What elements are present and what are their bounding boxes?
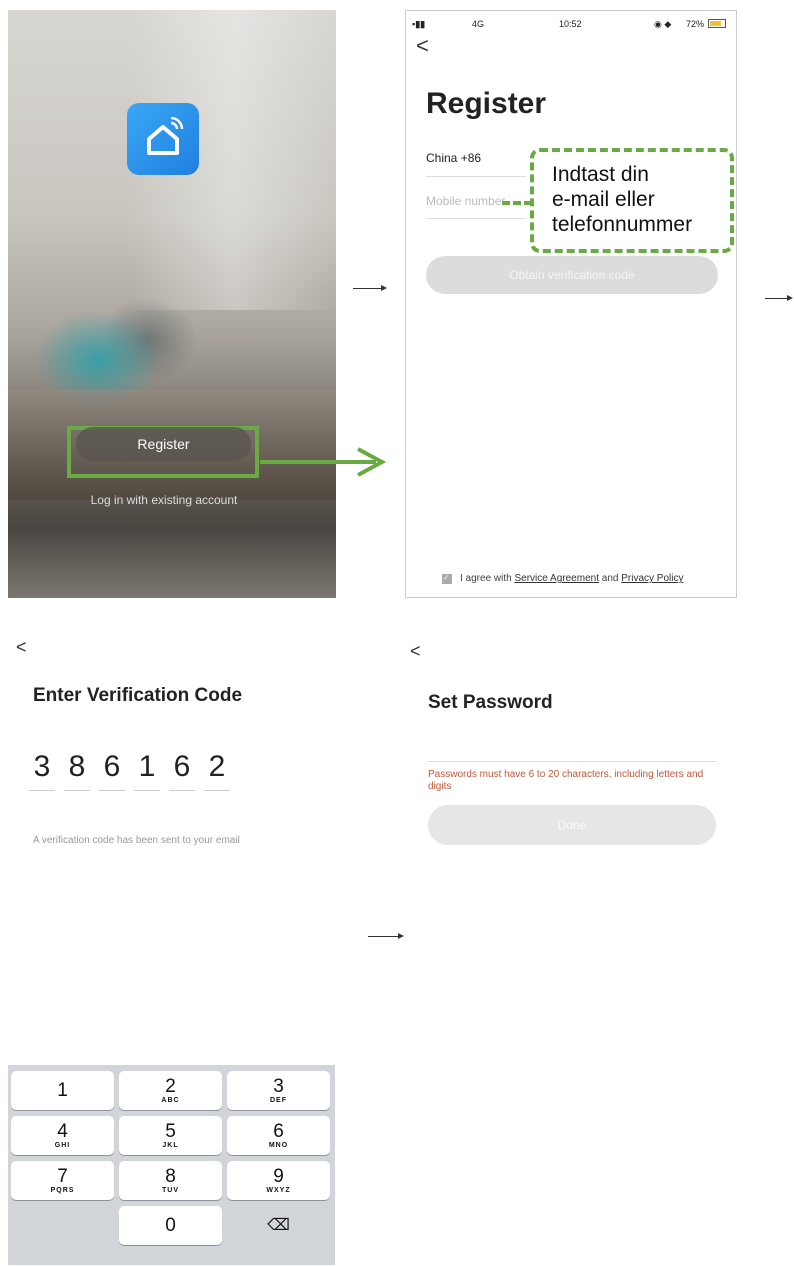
key-8[interactable]: 8 TUV xyxy=(119,1161,222,1200)
digit-underline xyxy=(134,790,160,791)
key-number: 2 xyxy=(165,1076,176,1097)
country-selector[interactable]: China +86 xyxy=(426,151,481,165)
signal-icon: ▪▮▮ xyxy=(412,19,426,29)
key-9[interactable]: 9 WXYZ xyxy=(227,1161,330,1200)
code-digit[interactable]: 3 xyxy=(29,750,55,784)
callout-line: telefonnummer xyxy=(552,213,693,236)
key-number: 3 xyxy=(273,1076,284,1097)
flow-arrow-2 xyxy=(765,295,793,301)
key-number: 6 xyxy=(273,1121,284,1142)
key-1[interactable]: 1 xyxy=(11,1071,114,1110)
privacy-policy-link[interactable]: Privacy Policy xyxy=(621,573,683,584)
key-letters: WXYZ xyxy=(266,1187,291,1194)
battery-percent: 72% xyxy=(686,19,705,29)
digit-underline xyxy=(29,790,55,791)
code-digit[interactable]: 6 xyxy=(99,750,125,784)
key-4[interactable]: 4 GHI xyxy=(11,1116,114,1155)
key-letters: PQRS xyxy=(50,1187,75,1194)
key-2[interactable]: 2 ABC xyxy=(119,1071,222,1110)
clock: 10:52 xyxy=(559,19,582,29)
callout-pointer xyxy=(502,201,532,209)
callout-line: Indtast din xyxy=(552,163,649,186)
register-screen: ▪▮▮ 4G 10:52 ◉ ◆ 72% < Register China +8… xyxy=(405,10,737,598)
flow-arrow-1 xyxy=(353,285,387,291)
divider xyxy=(426,176,526,177)
back-button[interactable]: < xyxy=(16,637,27,658)
callout-text: Indtast din e-mail eller telefonnummer xyxy=(552,162,732,237)
page-title: Register xyxy=(426,87,547,120)
code-digit[interactable]: 8 xyxy=(64,750,90,784)
callout-line: e-mail eller xyxy=(552,188,655,211)
numeric-keypad: 1 2 ABC 3 DEF 4 GHI 5 JKL 6 MNO 7 PQRS 8 TUV 9W… xyxy=(8,1065,335,1265)
agree-and: and xyxy=(601,573,619,584)
green-arrow xyxy=(260,447,387,477)
smart-home-app-icon xyxy=(127,103,199,175)
digit-underline xyxy=(169,790,195,791)
delete-key[interactable]: ⌫ xyxy=(227,1206,330,1245)
digit-underline xyxy=(64,790,90,791)
service-agreement-link[interactable]: Service Agreement xyxy=(514,573,599,584)
key-letters: MNO xyxy=(268,1142,289,1149)
back-button[interactable]: < xyxy=(410,641,421,662)
key-number: 8 xyxy=(165,1166,176,1187)
agree-checkbox[interactable] xyxy=(442,573,452,584)
key-number: 7 xyxy=(57,1166,68,1187)
divider xyxy=(426,218,526,219)
done-button[interactable]: Done xyxy=(428,805,716,845)
key-number: 9 xyxy=(273,1166,284,1187)
back-button[interactable]: < xyxy=(416,33,429,59)
splash-screen xyxy=(8,10,336,598)
key-5[interactable]: 5 JKL xyxy=(119,1116,222,1155)
key-3[interactable]: 3 DEF xyxy=(227,1071,330,1110)
page-title: Enter Verification Code xyxy=(33,685,243,706)
password-hint: Passwords must have 6 to 20 characters, … xyxy=(428,769,704,792)
network-label: 4G xyxy=(472,19,485,29)
status-bar: ▪▮▮ 4G 10:52 ◉ ◆ 72% xyxy=(406,19,736,33)
backspace-icon: ⌫ xyxy=(267,1217,290,1234)
key-6[interactable]: 6 MNO xyxy=(227,1116,330,1155)
key-0[interactable]: 0 xyxy=(119,1206,222,1245)
code-digit[interactable]: 6 xyxy=(169,750,195,784)
password-input[interactable] xyxy=(428,761,716,762)
key-number: 5 xyxy=(165,1121,176,1142)
code-digit[interactable]: 1 xyxy=(134,750,160,784)
key-letters: JKL xyxy=(162,1142,179,1149)
obtain-code-button[interactable]: Obtain verification code xyxy=(426,256,718,294)
key-7[interactable]: 7 PQRS xyxy=(11,1161,114,1200)
alarm-icon: ◉ ◆ xyxy=(654,19,672,29)
register-button[interactable]: Register xyxy=(76,427,251,461)
key-number: 4 xyxy=(57,1121,68,1142)
key-blank xyxy=(11,1206,114,1245)
digit-underline xyxy=(204,790,230,791)
key-letters: ABC xyxy=(161,1097,180,1104)
key-number: 1 xyxy=(57,1080,68,1101)
key-letters: GHI xyxy=(54,1142,71,1149)
verification-note: A verification code has been sent to you… xyxy=(33,835,240,846)
mobile-number-input[interactable]: Mobile number xyxy=(426,194,505,208)
key-letters: DEF xyxy=(270,1097,287,1104)
agreement-row: I agree with Service Agreement and Priva… xyxy=(442,573,683,584)
agree-prefix: I agree with xyxy=(460,573,512,584)
key-letters: TUV xyxy=(162,1187,179,1194)
code-digit[interactable]: 2 xyxy=(204,750,230,784)
key-number: 0 xyxy=(165,1215,176,1236)
flow-arrow-3 xyxy=(368,933,404,939)
login-existing-link[interactable]: Log in with existing account xyxy=(40,493,288,507)
page-title: Set Password xyxy=(428,692,553,713)
digit-underline xyxy=(99,790,125,791)
